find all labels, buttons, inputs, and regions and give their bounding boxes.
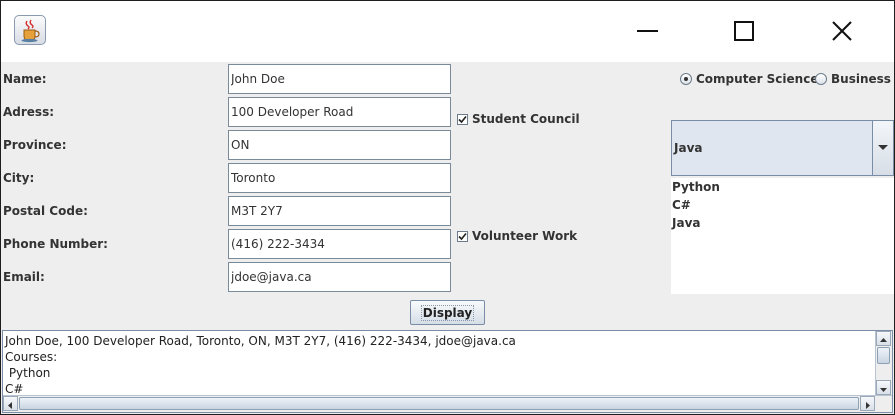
student-council-label: Student Council xyxy=(472,112,580,126)
horizontal-scroll-thumb[interactable] xyxy=(19,397,859,410)
maximize-button[interactable] xyxy=(722,15,766,49)
student-council-checkbox[interactable]: Student Council xyxy=(457,112,580,126)
province-label: Province: xyxy=(3,138,67,152)
course-list[interactable]: Python C# Java xyxy=(671,178,894,294)
name-field[interactable] xyxy=(228,64,451,94)
computer-science-radio[interactable]: Computer Science xyxy=(680,72,818,86)
minimize-button[interactable] xyxy=(626,15,670,49)
scroll-up-button[interactable] xyxy=(876,331,891,346)
java-cup-icon xyxy=(14,15,46,45)
postal-code-label: Postal Code: xyxy=(3,204,88,218)
list-item[interactable]: Java xyxy=(671,214,894,232)
checkmark-icon xyxy=(458,232,467,240)
business-label: Business xyxy=(831,72,891,86)
checkmark-icon xyxy=(458,115,467,123)
name-label: Name: xyxy=(3,72,47,86)
list-item[interactable]: Python xyxy=(671,178,894,196)
business-radio[interactable]: Business xyxy=(815,72,891,86)
city-field[interactable] xyxy=(228,163,451,193)
address-field[interactable] xyxy=(228,97,451,127)
vertical-scroll-thumb[interactable] xyxy=(877,347,890,364)
volunteer-work-checkbox[interactable]: Volunteer Work xyxy=(457,229,577,243)
maximize-icon xyxy=(734,21,754,41)
checkbox-box[interactable] xyxy=(457,230,468,242)
scroll-left-button[interactable] xyxy=(3,396,18,411)
chevron-down-icon xyxy=(878,145,888,150)
computer-science-label: Computer Science xyxy=(696,72,819,86)
output-text: John Doe, 100 Developer Road, Toronto, O… xyxy=(5,334,516,396)
scroll-right-button[interactable] xyxy=(860,396,875,411)
radio-selected-icon[interactable] xyxy=(680,73,692,85)
arrow-up-icon xyxy=(880,338,887,342)
phone-number-label: Phone Number: xyxy=(3,237,108,251)
combo-dropdown-button[interactable] xyxy=(872,121,893,175)
course-combo-box[interactable]: Java xyxy=(671,120,894,176)
output-text-area[interactable]: John Doe, 100 Developer Road, Toronto, O… xyxy=(2,330,893,413)
display-button[interactable]: Display xyxy=(410,300,485,325)
address-label: Adress: xyxy=(3,105,55,119)
checkbox-box[interactable] xyxy=(457,113,468,125)
volunteer-work-label: Volunteer Work xyxy=(472,229,578,243)
vertical-scrollbar[interactable] xyxy=(875,331,892,396)
close-icon xyxy=(832,21,852,41)
email-field[interactable] xyxy=(228,262,451,292)
title-bar[interactable] xyxy=(1,1,894,62)
list-item[interactable]: C# xyxy=(671,196,894,214)
phone-number-field[interactable] xyxy=(228,229,451,259)
combo-selected-value: Java xyxy=(674,141,703,155)
arrow-left-icon xyxy=(8,402,12,409)
horizontal-scrollbar[interactable] xyxy=(3,395,892,412)
postal-code-field[interactable] xyxy=(228,196,451,226)
close-button[interactable] xyxy=(819,15,863,49)
scroll-down-button[interactable] xyxy=(876,380,891,395)
display-button-label: Display xyxy=(420,304,475,321)
radio-unselected-icon[interactable] xyxy=(815,73,827,85)
arrow-right-icon xyxy=(866,402,870,409)
city-label: City: xyxy=(3,171,35,185)
minimize-icon xyxy=(637,30,658,32)
province-field[interactable] xyxy=(228,130,451,160)
app-window: Name: Adress: Province: City: Postal Cod… xyxy=(0,0,895,415)
email-label: Email: xyxy=(3,270,45,284)
